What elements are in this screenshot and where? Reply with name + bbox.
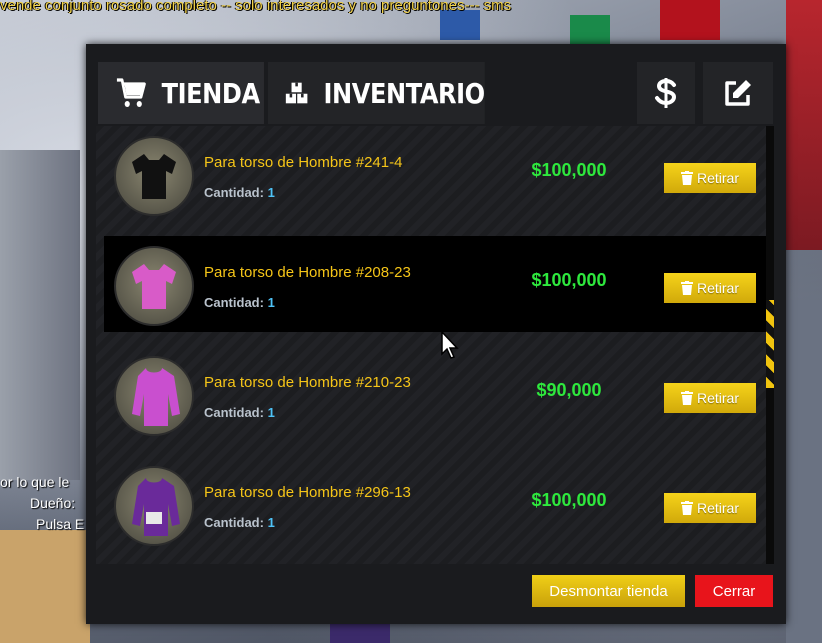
withdraw-button[interactable]: Retirar [664,163,756,193]
list-item: Para torso de Hombre #296-13 Cantidad: 1… [104,456,766,552]
tab-tienda-label: TIENDA [161,76,260,110]
item-thumbnail [114,356,194,436]
background-text-line: Pulsa E [36,516,85,532]
list-item: Para torso de Hombre #210-23 Cantidad: 1… [104,346,766,442]
tab-tienda[interactable]: TIENDA [98,62,264,124]
chat-message: vende conjunto rosado completo -- solo i… [0,0,512,14]
item-name: Para torso de Hombre #296-13 [204,484,411,501]
edit-button[interactable] [703,62,773,124]
quantity-label: Cantidad: [204,185,264,200]
background-figure [570,15,610,45]
trash-icon [680,171,693,185]
list-item: Para torso de Hombre #208-23 Cantidad: 1… [104,236,766,332]
background-figure [786,300,822,643]
close-button[interactable]: Cerrar [695,575,773,607]
background-text-line: or lo que le [0,474,70,490]
quantity-value: 1 [267,185,275,200]
background-figure [786,0,822,250]
withdraw-button[interactable]: Retirar [664,493,756,523]
item-name: Para torso de Hombre #241-4 [204,154,403,171]
list-item: Para torso de Hombre #241-4 Cantidad: 1 … [104,126,766,222]
dollar-icon [655,78,677,108]
quantity-value: 1 [267,515,275,530]
item-thumbnail [114,246,194,326]
quantity-value: 1 [267,405,275,420]
withdraw-button[interactable]: Retirar [664,383,756,413]
shop-panel: TIENDA INVENTARIO Para torso de Hombre #… [86,44,786,624]
dismantle-shop-button[interactable]: Desmontar tienda [532,575,685,607]
trash-icon [680,501,693,515]
background-figure [440,10,480,40]
tab-inventario-label: INVENTARIO [323,76,485,110]
withdraw-button[interactable]: Retirar [664,273,756,303]
item-name: Para torso de Hombre #210-23 [204,374,411,391]
item-list[interactable]: Para torso de Hombre #241-4 Cantidad: 1 … [96,126,774,564]
item-thumbnail [114,136,194,216]
quantity-label: Cantidad: [204,515,264,530]
scroll-thumb[interactable] [766,300,774,388]
item-quantity: Cantidad: 1 [204,185,275,200]
hoodie-icon [132,478,180,536]
trash-icon [680,281,693,295]
item-price: $100,000 [531,160,607,180]
item-thumbnail [114,466,194,546]
item-quantity: Cantidad: 1 [204,295,275,310]
withdraw-label: Retirar [696,500,739,516]
boxes-icon [285,82,308,104]
money-button[interactable] [637,62,695,124]
quantity-label: Cantidad: [204,405,264,420]
edit-icon [725,80,751,106]
item-quantity: Cantidad: 1 [204,515,275,530]
item-quantity: Cantidad: 1 [204,405,275,420]
mouse-cursor-icon [441,330,459,359]
withdraw-label: Retirar [696,170,739,186]
trash-icon [680,391,693,405]
item-name: Para torso de Hombre #208-23 [204,264,411,281]
tab-inventario[interactable]: INVENTARIO [268,62,485,124]
hoodie-icon [132,368,180,426]
background-structure [0,150,80,480]
scrollbar[interactable] [766,126,774,564]
background-figure [660,0,720,40]
withdraw-label: Retirar [696,280,739,296]
withdraw-label: Retirar [696,390,739,406]
quantity-label: Cantidad: [204,295,264,310]
quantity-value: 1 [267,295,275,310]
item-price: $100,000 [531,490,607,510]
shirt-icon [132,154,176,199]
item-price: $100,000 [531,270,607,290]
item-price: $90,000 [536,380,602,400]
shopping-cart-icon [116,78,146,107]
shirt-icon [132,264,176,309]
background-text-line: Dueño: [30,495,76,511]
background-structure [0,530,90,643]
